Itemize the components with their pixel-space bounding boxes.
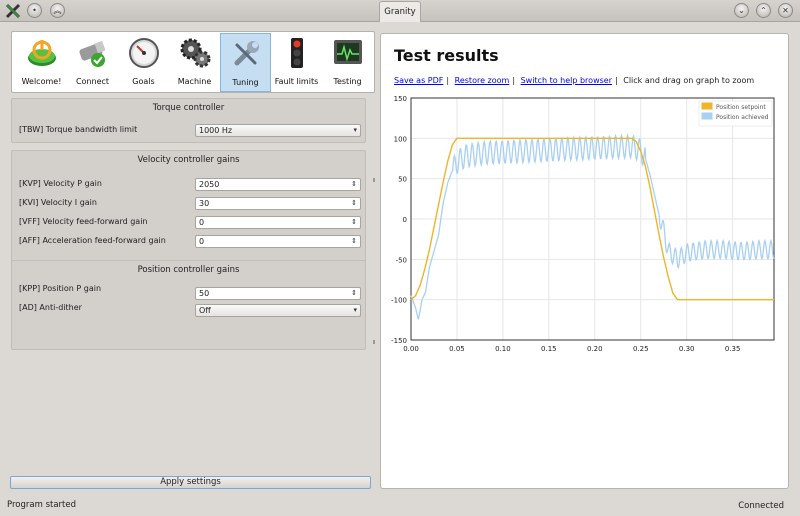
tbw-row: [TBW] Torque bandwidth limit 1000 Hz ▾ <box>19 124 364 138</box>
y-tick-label: 150 <box>394 95 407 103</box>
tool-tuning[interactable]: Tuning <box>220 33 271 92</box>
kvi-label: [KVI] Velocity I gain <box>19 198 97 207</box>
y-tick-label: -100 <box>391 297 407 305</box>
chevron-down-icon: ▾ <box>353 306 357 314</box>
x-tick-label: 0.20 <box>587 345 603 353</box>
spin-arrows-icon[interactable]: ⇕ <box>351 198 357 209</box>
vff-label: [VFF] Velocity feed-forward gain <box>19 217 148 226</box>
restore-zoom-link[interactable]: Restore zoom <box>455 76 510 85</box>
tool-connect[interactable]: Connect <box>67 33 118 92</box>
chevron-down-icon: ▾ <box>353 126 357 134</box>
connector-icon <box>78 40 105 67</box>
tool-machine[interactable]: Machine <box>169 33 220 92</box>
window-title: Granity <box>379 1 421 22</box>
kvi-row: [KVI] Velocity I gain 30 ⇕ <box>19 197 364 211</box>
spin-arrows-icon[interactable]: ⇕ <box>351 236 357 247</box>
status-message: Program started <box>7 500 76 510</box>
mode-toolbar: Welcome! Connect Goals Machine Tuning Fa… <box>11 31 375 93</box>
position-controller-group: Position controller gains [KPP] Position… <box>11 260 366 350</box>
aff-label: [AFF] Acceleration feed-forward gain <box>19 236 166 245</box>
ad-select[interactable]: Off ▾ <box>195 304 361 317</box>
aff-row: [AFF] Acceleration feed-forward gain 0 ⇕ <box>19 235 364 249</box>
x-tick-label: 0.15 <box>541 345 557 353</box>
ad-label: [AD] Anti-dither <box>19 303 82 312</box>
tbw-label: [TBW] Torque bandwidth limit <box>19 125 138 134</box>
power-icon <box>27 40 56 66</box>
app-logo-icon[interactable] <box>5 3 21 19</box>
maximize-button[interactable]: ⌃ <box>756 3 771 18</box>
legend-swatch <box>701 112 713 120</box>
gears-icon <box>180 38 210 68</box>
tbw-select[interactable]: 1000 Hz ▾ <box>195 124 361 137</box>
tool-testing[interactable]: Testing <box>322 33 373 92</box>
kpp-label: [KPP] Position P gain <box>19 284 102 293</box>
spin-arrows-icon[interactable]: ⇕ <box>351 179 357 190</box>
splitter-handle[interactable] <box>373 178 375 182</box>
x-tick-label: 0.35 <box>725 345 741 353</box>
vff-row: [VFF] Velocity feed-forward gain 0 ⇕ <box>19 216 364 230</box>
pin-button[interactable]: • <box>27 3 42 18</box>
kvp-label: [KVP] Velocity P gain <box>19 179 102 188</box>
group-title: Velocity controller gains <box>137 155 240 165</box>
gauge-icon <box>128 38 159 68</box>
x-tick-label: 0.00 <box>403 345 419 353</box>
page-title: Test results <box>394 46 499 65</box>
aff-spinbox[interactable]: 0 ⇕ <box>195 235 361 248</box>
x-tick-label: 0.30 <box>679 345 695 353</box>
oscilloscope-icon <box>333 40 362 64</box>
group-title: Position controller gains <box>137 265 240 275</box>
ad-row: [AD] Anti-dither Off ▾ <box>19 302 364 317</box>
tool-fault-limits[interactable]: Fault limits <box>271 33 322 92</box>
y-tick-label: 0 <box>403 216 407 224</box>
spin-arrows-icon[interactable]: ⇕ <box>351 217 357 228</box>
x-tick-label: 0.10 <box>495 345 511 353</box>
keep-above-button[interactable]: ︽ <box>50 3 65 18</box>
spin-arrows-icon[interactable]: ⇕ <box>351 288 357 299</box>
vff-spinbox[interactable]: 0 ⇕ <box>195 216 361 229</box>
y-tick-label: 100 <box>394 135 407 143</box>
save-pdf-link[interactable]: Save as PDF <box>394 76 443 85</box>
legend-label: Position achieved <box>716 114 769 121</box>
group-title: Torque controller <box>152 103 225 113</box>
tool-welcome[interactable]: Welcome! <box>16 33 67 92</box>
torque-controller-group: Torque controller [TBW] Torque bandwidth… <box>11 98 366 143</box>
kvi-spinbox[interactable]: 30 ⇕ <box>195 197 361 210</box>
y-tick-label: -50 <box>396 256 407 264</box>
tool-goals[interactable]: Goals <box>118 33 169 92</box>
y-tick-label: -150 <box>391 337 407 345</box>
y-tick-label: 50 <box>398 176 407 184</box>
legend-label: Position setpoint <box>716 104 766 111</box>
x-tick-label: 0.05 <box>449 345 465 353</box>
minimize-button[interactable]: ⌄ <box>734 3 749 18</box>
settings-panel: Welcome! Connect Goals Machine Tuning Fa… <box>5 27 375 492</box>
close-button[interactable]: ✕ <box>778 3 793 18</box>
legend-swatch <box>701 102 713 110</box>
traffic-light-icon <box>290 38 303 68</box>
switch-help-link[interactable]: Switch to help browser <box>521 76 612 85</box>
results-links: Save as PDF | Restore zoom | Switch to hel… <box>394 76 755 85</box>
zoom-hint: Click and drag on graph to zoom <box>623 76 755 85</box>
connection-status: Connected <box>738 501 784 511</box>
x-tick-label: 0.25 <box>633 345 649 353</box>
kvp-spinbox[interactable]: 2050 ⇕ <box>195 178 361 191</box>
apply-settings-button[interactable]: Apply settings <box>10 476 371 489</box>
splitter-handle[interactable] <box>373 340 375 344</box>
kpp-spinbox[interactable]: 50 ⇕ <box>195 287 361 300</box>
title-bar: • ︽ Granity ⌄ ⌃ ✕ <box>0 0 800 22</box>
test-results-chart[interactable]: 150 100 50 0 -50 -100 -1500.00 0.05 0.10 0.15 0.20… <box>381 89 788 389</box>
kvp-row: [KVP] Velocity P gain 2050 ⇕ <box>19 178 364 192</box>
results-panel: Test results Save as PDF | Restore zoom | … <box>380 33 789 489</box>
wrench-icon <box>234 41 259 66</box>
kpp-row: [KPP] Position P gain 50 ⇕ <box>19 283 364 300</box>
